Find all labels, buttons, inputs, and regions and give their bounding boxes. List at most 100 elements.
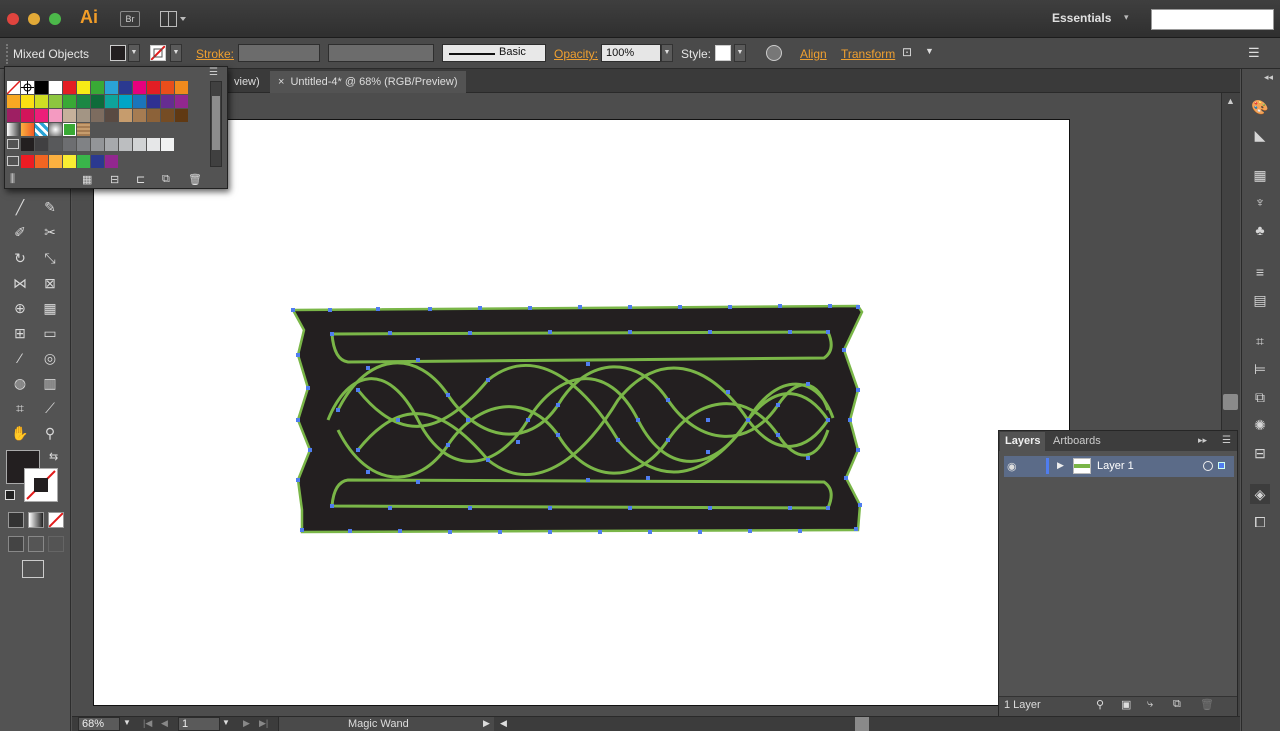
stroke-panel-icon[interactable]: ≡	[1250, 262, 1270, 282]
show-swatch-kinds-icon[interactable]: ▦	[82, 173, 92, 186]
swatch-scrollbar-thumb[interactable]	[212, 96, 220, 150]
swatch[interactable]	[35, 123, 48, 136]
slice-tool-icon[interactable]: ⟋	[38, 397, 62, 419]
swatch[interactable]	[147, 81, 160, 94]
perspective-grid-tool-icon[interactable]: ▦	[38, 297, 62, 319]
swatch[interactable]	[21, 95, 34, 108]
swatch[interactable]	[175, 95, 188, 108]
swatch[interactable]	[63, 123, 76, 136]
stroke-panel-link[interactable]: Stroke:	[196, 47, 234, 61]
brush-definition[interactable]: Basic	[442, 44, 546, 62]
first-artboard-icon[interactable]: |◀	[143, 718, 152, 729]
zoom-tool-icon[interactable]: ⚲	[38, 422, 62, 444]
swatch[interactable]	[77, 81, 90, 94]
swatch[interactable]	[21, 138, 34, 151]
swatch[interactable]	[63, 155, 76, 168]
horizontal-scrollbar-thumb[interactable]	[855, 717, 869, 731]
default-fill-stroke-icon[interactable]	[5, 490, 15, 500]
width-tool-icon[interactable]: ⋈	[8, 272, 32, 294]
expand-layer-icon[interactable]: ▶	[1057, 460, 1064, 471]
swatch[interactable]	[133, 109, 146, 122]
mesh-tool-icon[interactable]: ⊞	[8, 322, 32, 344]
eyedropper-tool-icon[interactable]: ⁄	[8, 347, 32, 369]
swatch[interactable]	[7, 109, 20, 122]
fill-dropdown[interactable]: ▼	[128, 44, 140, 62]
swatch[interactable]	[105, 138, 118, 151]
blob-brush-tool-icon[interactable]: ✐	[8, 221, 32, 243]
column-graph-tool-icon[interactable]: ▥	[38, 372, 62, 394]
swatch[interactable]	[77, 123, 90, 136]
scroll-left-icon[interactable]: ◀	[500, 718, 507, 729]
swatch[interactable]	[161, 95, 174, 108]
swatch[interactable]	[161, 81, 174, 94]
align-panel-link[interactable]: Align	[800, 47, 827, 61]
selection-indicator[interactable]	[1218, 462, 1225, 469]
swatch-options-icon[interactable]: ⊟	[110, 173, 119, 186]
tab-previous-document[interactable]: view)	[226, 71, 268, 93]
tab-artboards[interactable]: Artboards	[1053, 435, 1101, 447]
gradient-mode-button[interactable]	[28, 512, 44, 528]
swatch[interactable]	[161, 109, 174, 122]
hand-tool-icon[interactable]: ✋	[8, 422, 32, 444]
transform-panel-icon[interactable]: ⌗	[1250, 331, 1270, 351]
swatch[interactable]	[77, 155, 90, 168]
pathfinder-panel-icon[interactable]: ⧉	[1250, 387, 1270, 407]
swatch[interactable]	[7, 123, 20, 136]
zoom-dropdown-icon[interactable]: ▼	[123, 718, 131, 727]
swatch[interactable]	[147, 138, 160, 151]
draw-normal-button[interactable]	[8, 536, 24, 552]
stroke-color-box[interactable]	[24, 468, 58, 502]
swatch[interactable]	[91, 109, 104, 122]
swatch[interactable]	[6, 80, 21, 95]
swatch[interactable]	[175, 81, 188, 94]
blend-tool-icon[interactable]: ◎	[38, 347, 62, 369]
tab-untitled-4[interactable]: × Untitled-4* @ 68% (RGB/Preview)	[270, 71, 466, 93]
screen-mode-button[interactable]	[22, 560, 44, 578]
previous-artboard-icon[interactable]: ◀	[161, 718, 168, 729]
recolor-artwork-icon[interactable]	[766, 45, 782, 61]
rotate-tool-icon[interactable]: ↻	[8, 247, 32, 269]
collapse-dock-icon[interactable]: ◂◂	[1264, 72, 1273, 83]
symbol-sprayer-tool-icon[interactable]: ◍	[8, 372, 32, 394]
swatch[interactable]	[133, 81, 146, 94]
chevron-down-icon[interactable]: ▾	[1124, 12, 1129, 23]
swatch[interactable]	[21, 123, 34, 136]
swatch[interactable]	[21, 109, 34, 122]
variable-width-profile[interactable]	[328, 44, 434, 62]
swatch[interactable]	[105, 95, 118, 108]
swatch[interactable]	[35, 81, 48, 94]
last-artboard-icon[interactable]: ▶|	[259, 718, 268, 729]
eye-icon[interactable]: ◉	[1007, 460, 1017, 473]
swatch[interactable]	[147, 95, 160, 108]
swatch[interactable]	[49, 109, 62, 122]
opacity-field[interactable]: 100%	[601, 44, 661, 62]
draw-behind-button[interactable]	[28, 536, 44, 552]
panel-menu-icon[interactable]: ☰	[1248, 45, 1260, 61]
symbols-panel-icon[interactable]: ♣	[1250, 220, 1270, 240]
scissors-tool-icon[interactable]: ✂	[38, 221, 62, 243]
pencil-tool-icon[interactable]: ✎	[38, 196, 62, 218]
artboard-dropdown-icon[interactable]: ▼	[222, 718, 230, 727]
align-panel-icon[interactable]: ⊨	[1250, 359, 1270, 379]
appearance-panel-icon[interactable]: ✺	[1250, 415, 1270, 435]
minimize-window-button[interactable]	[28, 13, 40, 25]
bridge-button[interactable]: Br	[120, 11, 140, 27]
swatch[interactable]	[91, 81, 104, 94]
swatch[interactable]	[63, 95, 76, 108]
artboards-panel-icon[interactable]: ⧠	[1250, 512, 1270, 532]
swatch[interactable]	[49, 81, 62, 94]
swatch[interactable]	[7, 95, 20, 108]
swatch[interactable]	[35, 138, 48, 151]
transform-panel-link[interactable]: Transform	[841, 47, 895, 61]
swatch[interactable]	[175, 109, 188, 122]
create-sublayer-icon[interactable]: ⤷	[1147, 698, 1153, 711]
free-transform-tool-icon[interactable]: ⊠	[38, 272, 62, 294]
locate-object-icon[interactable]: ⚲	[1096, 698, 1104, 711]
scrollbar-thumb[interactable]	[1223, 394, 1238, 410]
swatch[interactable]	[105, 109, 118, 122]
swatch[interactable]	[35, 155, 48, 168]
shape-builder-tool-icon[interactable]: ⊕	[8, 297, 32, 319]
zoom-level-field[interactable]: 68%	[78, 717, 120, 731]
gradient-panel-icon[interactable]: ▤	[1250, 290, 1270, 310]
new-color-group-icon[interactable]: ⊏	[136, 173, 145, 186]
